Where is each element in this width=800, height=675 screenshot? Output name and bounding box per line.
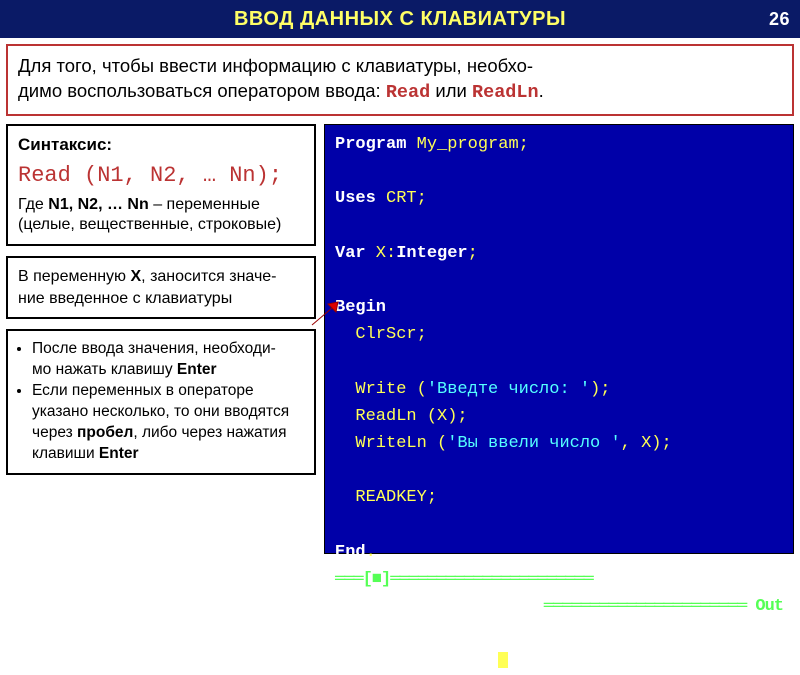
code-string: 'Введте число: ' xyxy=(427,380,590,399)
kw-begin: Begin xyxy=(335,298,386,317)
intro-tail: . xyxy=(539,80,544,101)
syntax-where-c: – переменные xyxy=(149,196,260,213)
code-text: ; xyxy=(468,244,478,263)
list-item: Если переменных в операторе указано неск… xyxy=(32,381,304,465)
li1a: После ввода значения, необходи- xyxy=(32,340,276,357)
code-text: ; xyxy=(417,325,427,344)
code-text: . xyxy=(366,543,376,562)
cursor-icon xyxy=(498,652,508,668)
box2-b: Х xyxy=(131,268,142,285)
code-text: (X); xyxy=(427,407,468,426)
syntax-where-a: Где xyxy=(18,196,48,213)
code-text: ); xyxy=(590,380,610,399)
code-readln: ReadLn xyxy=(335,407,427,426)
intro-line1: Для того, чтобы ввести информацию с клав… xyxy=(18,55,533,76)
box2-d: ние введенное с клавиатуры xyxy=(18,290,232,307)
li2b: пробел xyxy=(77,424,133,441)
syntax-title: Синтаксис: xyxy=(18,135,112,154)
code-text: CRT; xyxy=(376,189,427,208)
code-text: My_program; xyxy=(406,135,528,154)
title-bar: ВВОД ДАННЫХ С КЛАВИАТУРЫ 26 xyxy=(0,0,800,38)
box2-a: В переменную xyxy=(18,268,131,285)
ide-output-line: Введте число: 4 xyxy=(335,620,783,647)
intro-line2a: димо воспользоваться оператором ввода: xyxy=(18,80,386,101)
code-readkey: READKEY xyxy=(335,488,427,507)
syntax-where-b: N1, N2, … Nn xyxy=(48,196,148,213)
syntax-code: Read (N1, N2, … Nn); xyxy=(18,161,304,191)
code-text: ( xyxy=(417,380,427,399)
list-item: После ввода значения, необходи- мо нажат… xyxy=(32,339,304,381)
code-clrscr: ClrScr xyxy=(335,325,417,344)
page-number: 26 xyxy=(769,9,790,30)
ide-divider-left: ═══[■]══════════════════════ xyxy=(335,570,593,589)
code-write: Write xyxy=(335,380,417,399)
code-text: , X); xyxy=(621,434,672,453)
kw-uses: Uses xyxy=(335,189,376,208)
code-writeln: WriteLn xyxy=(335,434,437,453)
kw-end: End xyxy=(335,543,366,562)
notes-box: После ввода значения, необходи- мо нажат… xyxy=(6,329,316,475)
kw-integer: Integer xyxy=(396,244,467,263)
page-title: ВВОД ДАННЫХ С КЛАВИАТУРЫ xyxy=(234,8,566,31)
li1c: Enter xyxy=(177,361,217,378)
li2d: Enter xyxy=(99,445,139,462)
kw-program: Program xyxy=(335,135,406,154)
arrow-icon xyxy=(310,300,340,330)
intro-box: Для того, чтобы ввести информацию с клав… xyxy=(6,44,794,116)
code-string: 'Вы ввели число ' xyxy=(447,434,620,453)
kw-read: Read xyxy=(386,82,430,103)
code-text: ; xyxy=(427,488,437,507)
code-text: X: xyxy=(366,244,397,263)
intro-mid: или xyxy=(430,80,472,101)
var-box: В переменную Х, заносится значе- ние вве… xyxy=(6,256,316,319)
kw-var: Var xyxy=(335,244,366,263)
syntax-where-d: (целые, вещественные, строковые) xyxy=(18,216,281,233)
ide-output-line: Вы ввели число 4 xyxy=(335,652,498,671)
code-text: ( xyxy=(437,434,447,453)
box2-c: , заносится значе- xyxy=(141,268,276,285)
ide-window: Program My_program; Uses CRT; Var X:Inte… xyxy=(324,124,794,554)
kw-readln: ReadLn xyxy=(472,82,539,103)
li1b: мо нажать клавишу xyxy=(32,361,177,378)
syntax-box: Синтаксис: Read (N1, N2, … Nn); Где N1, … xyxy=(6,124,316,246)
